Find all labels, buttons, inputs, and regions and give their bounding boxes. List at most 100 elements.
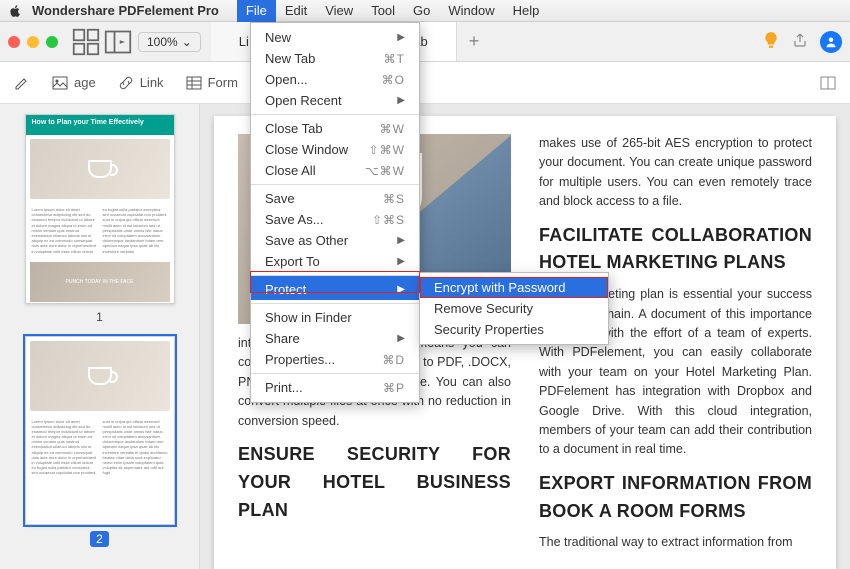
menu-item-shortcut: ⇧⌘W <box>369 143 405 157</box>
minimize-window-button[interactable] <box>27 36 39 48</box>
menu-item-shortcut: ⇧⌘S <box>372 213 405 227</box>
tab-label: Li <box>239 34 249 49</box>
link-tool[interactable]: Link <box>118 75 164 91</box>
menu-item-label: Show in Finder <box>265 310 352 325</box>
page-number-2: 2 <box>90 531 109 547</box>
body-text: The traditional way to extract informati… <box>539 533 812 552</box>
fullscreen-window-button[interactable] <box>46 36 58 48</box>
mac-menubar: Wondershare PDFelement Pro File Edit Vie… <box>0 0 850 22</box>
user-avatar[interactable] <box>820 31 842 53</box>
menu-item-label: Open... <box>265 72 308 87</box>
file-menu-dropdown: New ▶ New Tab ⌘T Open... ⌘O Open Recent ▶ Close … <box>250 22 420 403</box>
menu-item-shortcut: ⌥⌘W <box>365 164 405 178</box>
menu-item-shortcut: ⌘D <box>382 353 405 367</box>
menu-item-label: New <box>265 30 291 45</box>
menu-item-label: New Tab <box>265 51 315 66</box>
menu-item-label: Save <box>265 191 295 206</box>
menu-item-shortcut: ⌘W <box>380 122 405 136</box>
menu-item-label: Print... <box>265 380 303 395</box>
zoom-level-selector[interactable]: 100% ⌄ <box>138 32 201 52</box>
thumb-title: How to Plan your Time Effectively <box>26 115 174 135</box>
menu-view[interactable]: View <box>316 0 362 22</box>
thumbnails-sidebar: How to Plan your Time Effectively Lorem … <box>0 104 200 569</box>
image-tool[interactable]: age <box>52 75 96 91</box>
file-menu-item-print[interactable]: Print...⌘P <box>251 373 419 398</box>
submenu-arrow-icon: ▶ <box>397 235 405 246</box>
menu-item-label: Close Tab <box>265 121 323 136</box>
window-titlebar: 100%⌄ Li an New Tab + <box>0 22 850 62</box>
file-menu-item-close-tab[interactable]: Close Tab ⌘W <box>251 114 419 139</box>
highlight-tool[interactable] <box>14 75 30 91</box>
submenu-arrow-icon: ▶ <box>397 32 405 43</box>
file-menu-item-export-to[interactable]: Export To ▶ <box>251 251 419 272</box>
protect-submenu: Encrypt with PasswordRemove SecuritySecu… <box>419 272 609 345</box>
menu-edit[interactable]: Edit <box>276 0 316 22</box>
menu-help[interactable]: Help <box>504 0 549 22</box>
form-tool[interactable]: Form <box>186 75 238 91</box>
menu-item-label: Save As... <box>265 212 324 227</box>
menu-item-label: Export To <box>265 254 320 269</box>
window-controls <box>8 36 58 48</box>
new-tab-button[interactable]: + <box>457 31 492 52</box>
apple-menu-icon[interactable] <box>8 4 22 18</box>
menu-go[interactable]: Go <box>404 0 439 22</box>
ribbon-label: Form <box>208 75 238 90</box>
tips-icon[interactable] <box>762 31 780 52</box>
file-menu-item-save-as[interactable]: Save As... ⇧⌘S <box>251 209 419 230</box>
page-thumbnail-1[interactable]: How to Plan your Time Effectively Lorem … <box>25 114 175 304</box>
tool-ribbon: age Link Form Redact Tool⌄ <box>0 62 850 104</box>
menu-item-shortcut: ⌘S <box>383 192 405 206</box>
file-menu-item-new-tab[interactable]: New Tab ⌘T <box>251 48 419 69</box>
menu-item-label: Properties... <box>265 352 335 367</box>
menu-file[interactable]: File <box>237 0 276 22</box>
thumb-image <box>30 341 170 411</box>
ribbon-label: age <box>74 75 96 90</box>
sidebar-toggle-icon[interactable] <box>104 29 132 55</box>
file-menu-item-share[interactable]: Share ▶ <box>251 328 419 349</box>
menu-item-label: Protect <box>265 282 306 297</box>
menu-item-label: Save as Other <box>265 233 348 248</box>
body-text: makes use of 265-bit AES encryption to p… <box>539 134 812 212</box>
menu-window[interactable]: Window <box>439 0 503 22</box>
thumb-text: Lorem ipsum dolor sit amet consectetur a… <box>26 415 174 480</box>
submenu-arrow-icon: ▶ <box>397 333 405 344</box>
heading: ENSURE SECURITY FOR YOUR HOTEL BUSINESS … <box>238 441 511 525</box>
thumb-text: Lorem ipsum dolor sit amet consectetur a… <box>26 203 174 258</box>
file-menu-item-open-recent[interactable]: Open Recent ▶ <box>251 90 419 111</box>
menu-item-label: Share <box>265 331 300 346</box>
menu-item-shortcut: ⌘O <box>382 73 405 87</box>
file-menu-item-properties[interactable]: Properties... ⌘D <box>251 349 419 370</box>
submenu-arrow-icon: ▶ <box>397 256 405 267</box>
reader-view-icon[interactable] <box>820 75 836 91</box>
file-menu-item-show-in-finder[interactable]: Show in Finder <box>251 303 419 328</box>
ribbon-label: Link <box>140 75 164 90</box>
page-number-1: 1 <box>96 310 103 324</box>
menu-item-label: Close All <box>265 163 316 178</box>
submenu-arrow-icon: ▶ <box>397 284 405 295</box>
menu-tool[interactable]: Tool <box>362 0 404 22</box>
file-menu-item-new[interactable]: New ▶ <box>251 27 419 48</box>
app-name: Wondershare PDFelement Pro <box>32 3 219 18</box>
file-menu-item-open[interactable]: Open... ⌘O <box>251 69 419 90</box>
zoom-value: 100% <box>147 35 178 49</box>
file-menu-item-close-window[interactable]: Close Window ⇧⌘W <box>251 139 419 160</box>
submenu-arrow-icon: ▶ <box>397 95 405 106</box>
menu-item-shortcut: ⌘T <box>384 52 405 66</box>
file-menu-item-save-as-other[interactable]: Save as Other ▶ <box>251 230 419 251</box>
protect-item-remove-security[interactable]: Remove Security <box>420 298 608 319</box>
heading: EXPORT INFORMATION FROM BOOK A ROOM FORM… <box>539 470 812 526</box>
file-menu-item-close-all[interactable]: Close All ⌥⌘W <box>251 160 419 181</box>
heading: FACILITATE COLLABORATION HOTEL MARKETING… <box>539 222 812 278</box>
chevron-down-icon: ⌄ <box>182 35 192 49</box>
file-menu-item-save[interactable]: Save ⌘S <box>251 184 419 209</box>
file-menu-item-protect[interactable]: Protect ▶ <box>251 275 419 300</box>
share-icon[interactable] <box>792 32 808 51</box>
menu-item-label: Close Window <box>265 142 348 157</box>
protect-item-security-properties[interactable]: Security Properties <box>420 319 608 340</box>
page-thumbnail-2[interactable]: Lorem ipsum dolor sit amet consectetur a… <box>25 336 175 526</box>
thumb-image <box>30 139 170 199</box>
close-window-button[interactable] <box>8 36 20 48</box>
menu-item-label: Open Recent <box>265 93 342 108</box>
protect-item-encrypt-with-password[interactable]: Encrypt with Password <box>420 277 608 298</box>
thumbnails-view-icon[interactable] <box>72 29 100 55</box>
